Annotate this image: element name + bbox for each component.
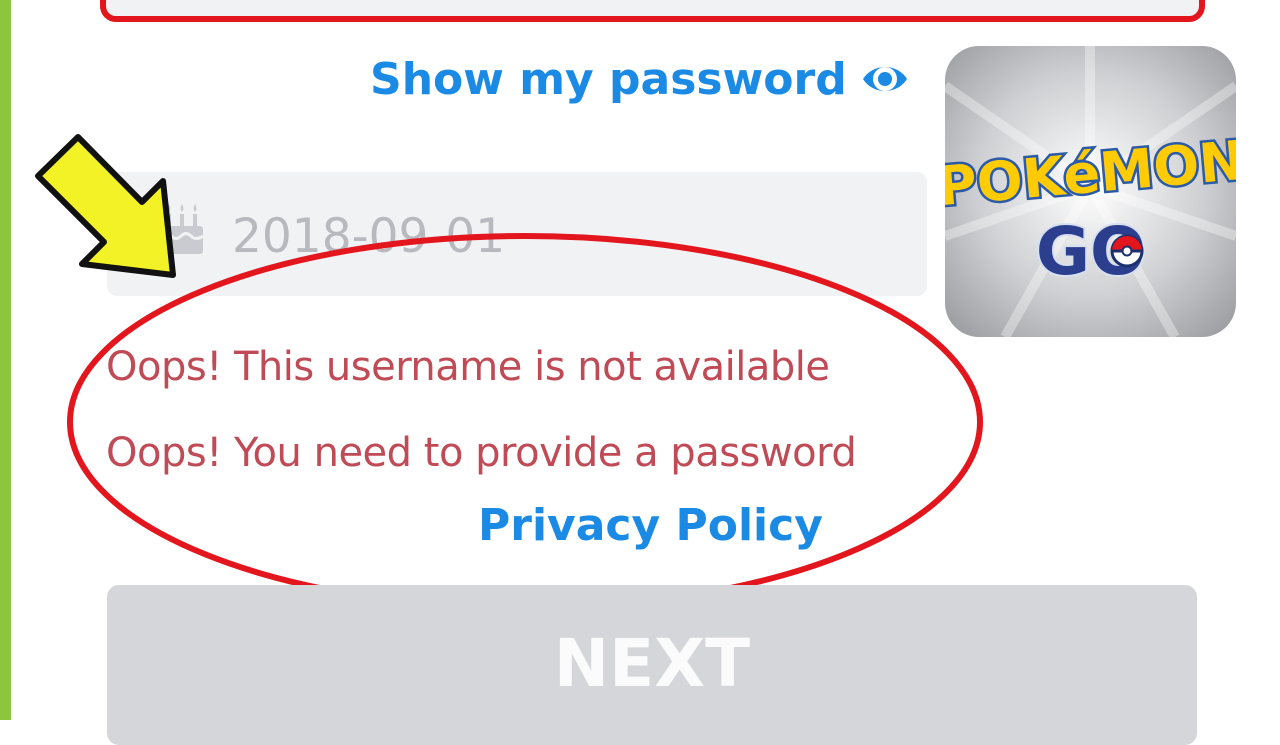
eye-icon	[862, 67, 907, 91]
birthdate-value: 2018-09-01	[232, 209, 506, 264]
birthdate-field[interactable]: 2018-09-01	[107, 172, 927, 296]
pointer-arrow-icon	[35, 134, 176, 278]
next-button[interactable]: NEXT	[107, 585, 1197, 745]
username-error-message: Oops! This username is not available	[106, 344, 830, 390]
password-error-message: Oops! You need to provide a password	[106, 430, 857, 476]
show-password-label: Show my password	[370, 53, 847, 105]
privacy-policy-link[interactable]: Privacy Policy	[478, 500, 823, 551]
show-password-toggle[interactable]: Show my password	[370, 52, 909, 106]
password-field[interactable]	[100, 0, 1205, 22]
pokemon-go-logo: POKéMON GO	[945, 46, 1236, 337]
side-accent-bar	[0, 0, 11, 720]
